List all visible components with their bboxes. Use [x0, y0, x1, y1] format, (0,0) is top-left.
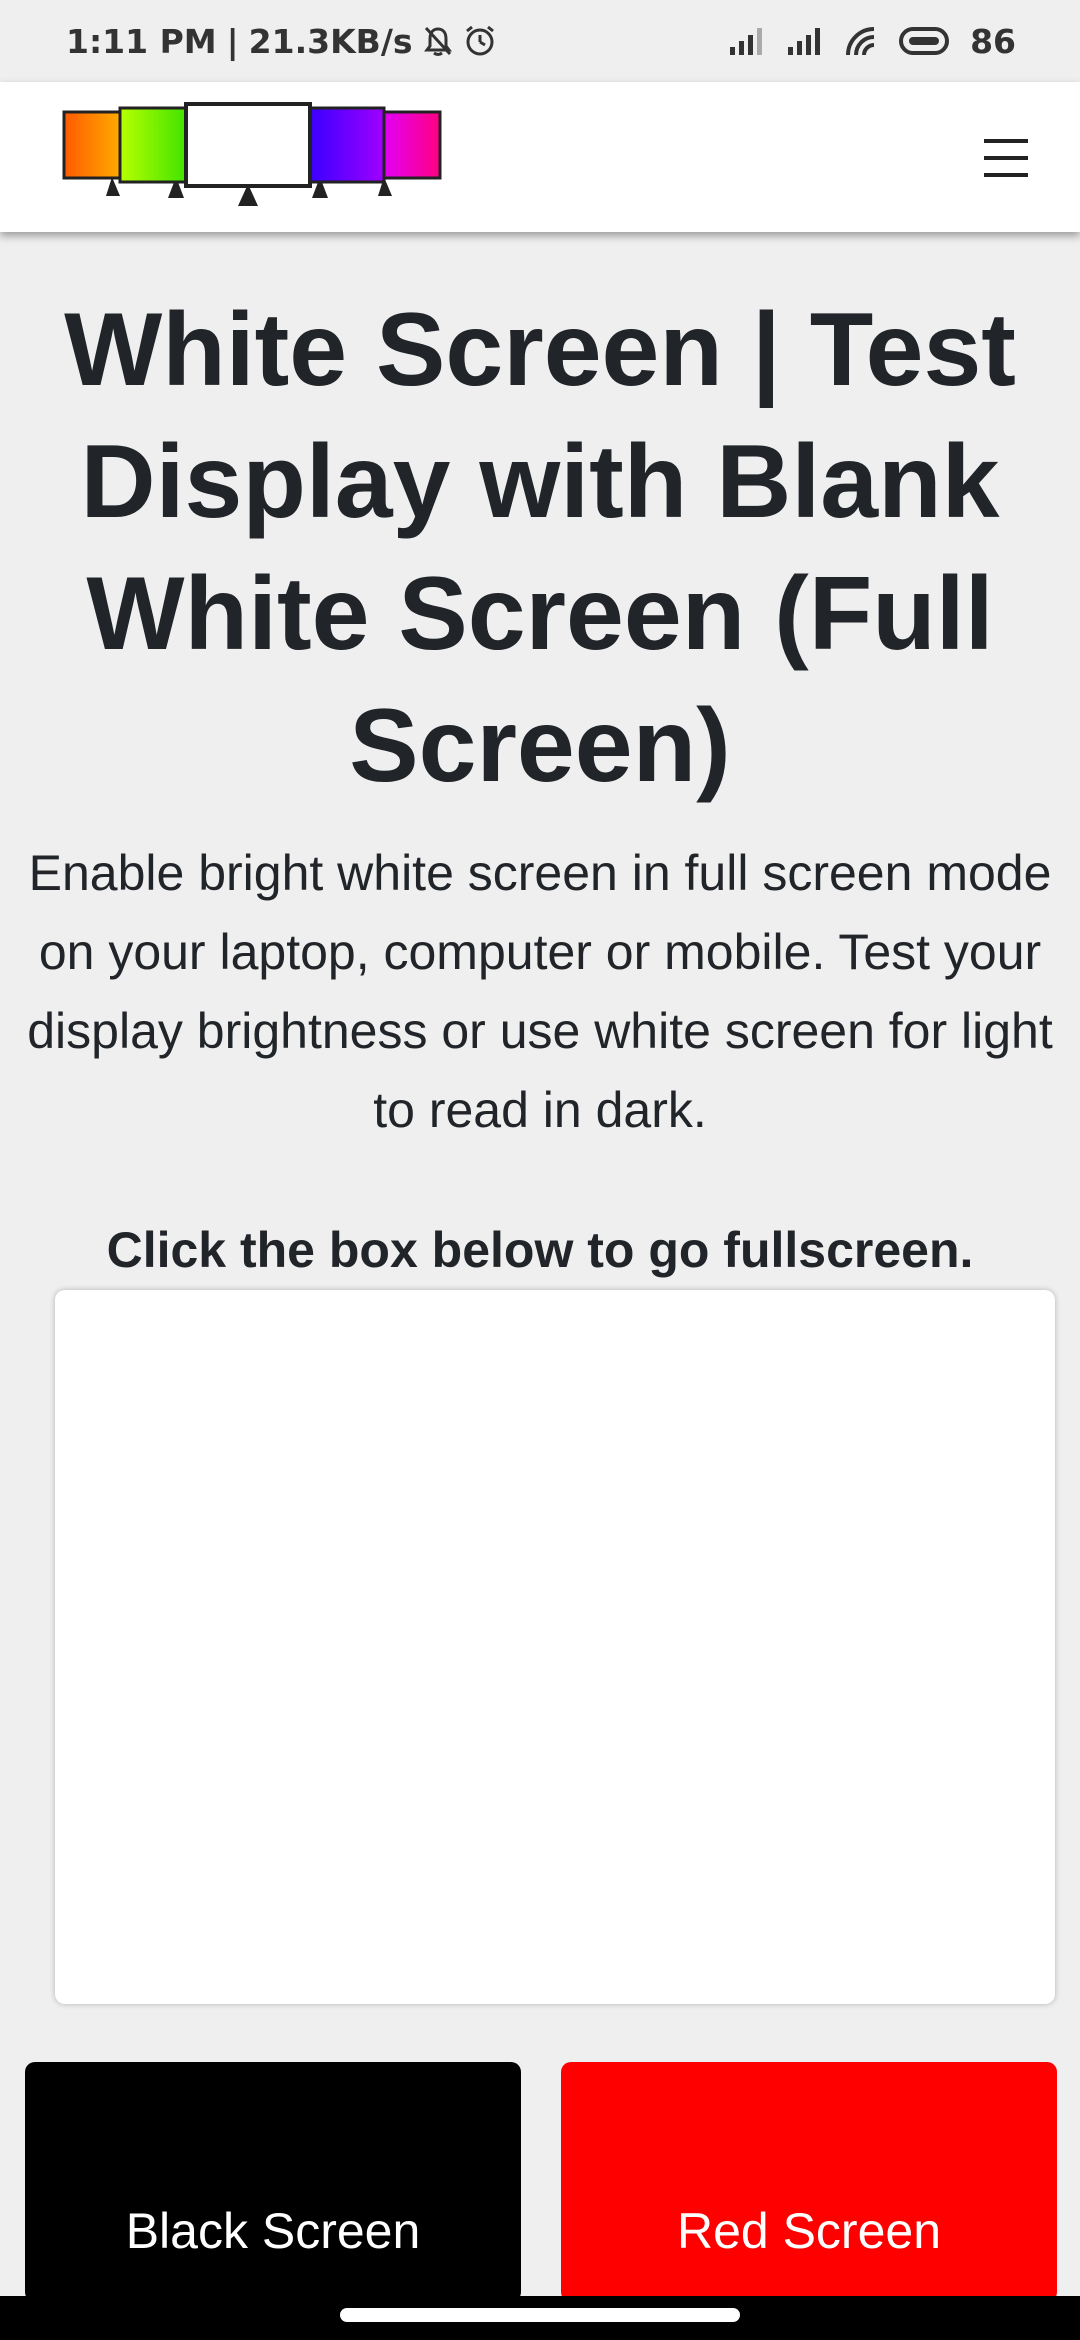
- logo-monitors-icon: [62, 102, 442, 206]
- red-screen-button[interactable]: Red Screen: [561, 2062, 1057, 2302]
- fullscreen-white-box[interactable]: [55, 1290, 1055, 2004]
- signal-icon-2: [786, 25, 826, 57]
- alarm-icon: [463, 24, 497, 58]
- site-header: [0, 82, 1080, 232]
- bell-muted-icon: [423, 25, 453, 57]
- signal-icon: [728, 25, 768, 57]
- status-right: 86: [728, 22, 1016, 61]
- battery-icon: [898, 26, 952, 56]
- home-gesture-pill[interactable]: [340, 2308, 740, 2322]
- instruction-text: Click the box below to go fullscreen.: [106, 1222, 974, 1278]
- hamburger-menu-icon: [984, 139, 1028, 177]
- hamburger-menu-button[interactable]: [972, 127, 1040, 189]
- status-left: 1:11 PM | 21.3KB/s: [66, 22, 497, 61]
- site-logo[interactable]: [62, 102, 442, 214]
- black-screen-label: Black Screen: [125, 2203, 421, 2259]
- page-title: White Screen | Test Display with Blank W…: [64, 292, 1016, 804]
- black-screen-button[interactable]: Black Screen: [25, 2062, 521, 2302]
- status-separator: |: [226, 21, 239, 61]
- status-bar: 1:11 PM | 21.3KB/s 86: [0, 0, 1080, 82]
- status-time: 1:11 PM: [66, 21, 217, 61]
- status-net-speed: 21.3KB/s: [248, 21, 413, 61]
- system-nav-bar: [0, 2296, 1080, 2340]
- wifi-icon: [844, 25, 880, 57]
- red-screen-label: Red Screen: [676, 2203, 942, 2259]
- main-content: White Screen | Test Display with Blank W…: [0, 232, 1080, 1280]
- battery-level: 86: [970, 21, 1016, 61]
- intro-text: Enable bright white screen in full scree…: [27, 845, 1053, 1138]
